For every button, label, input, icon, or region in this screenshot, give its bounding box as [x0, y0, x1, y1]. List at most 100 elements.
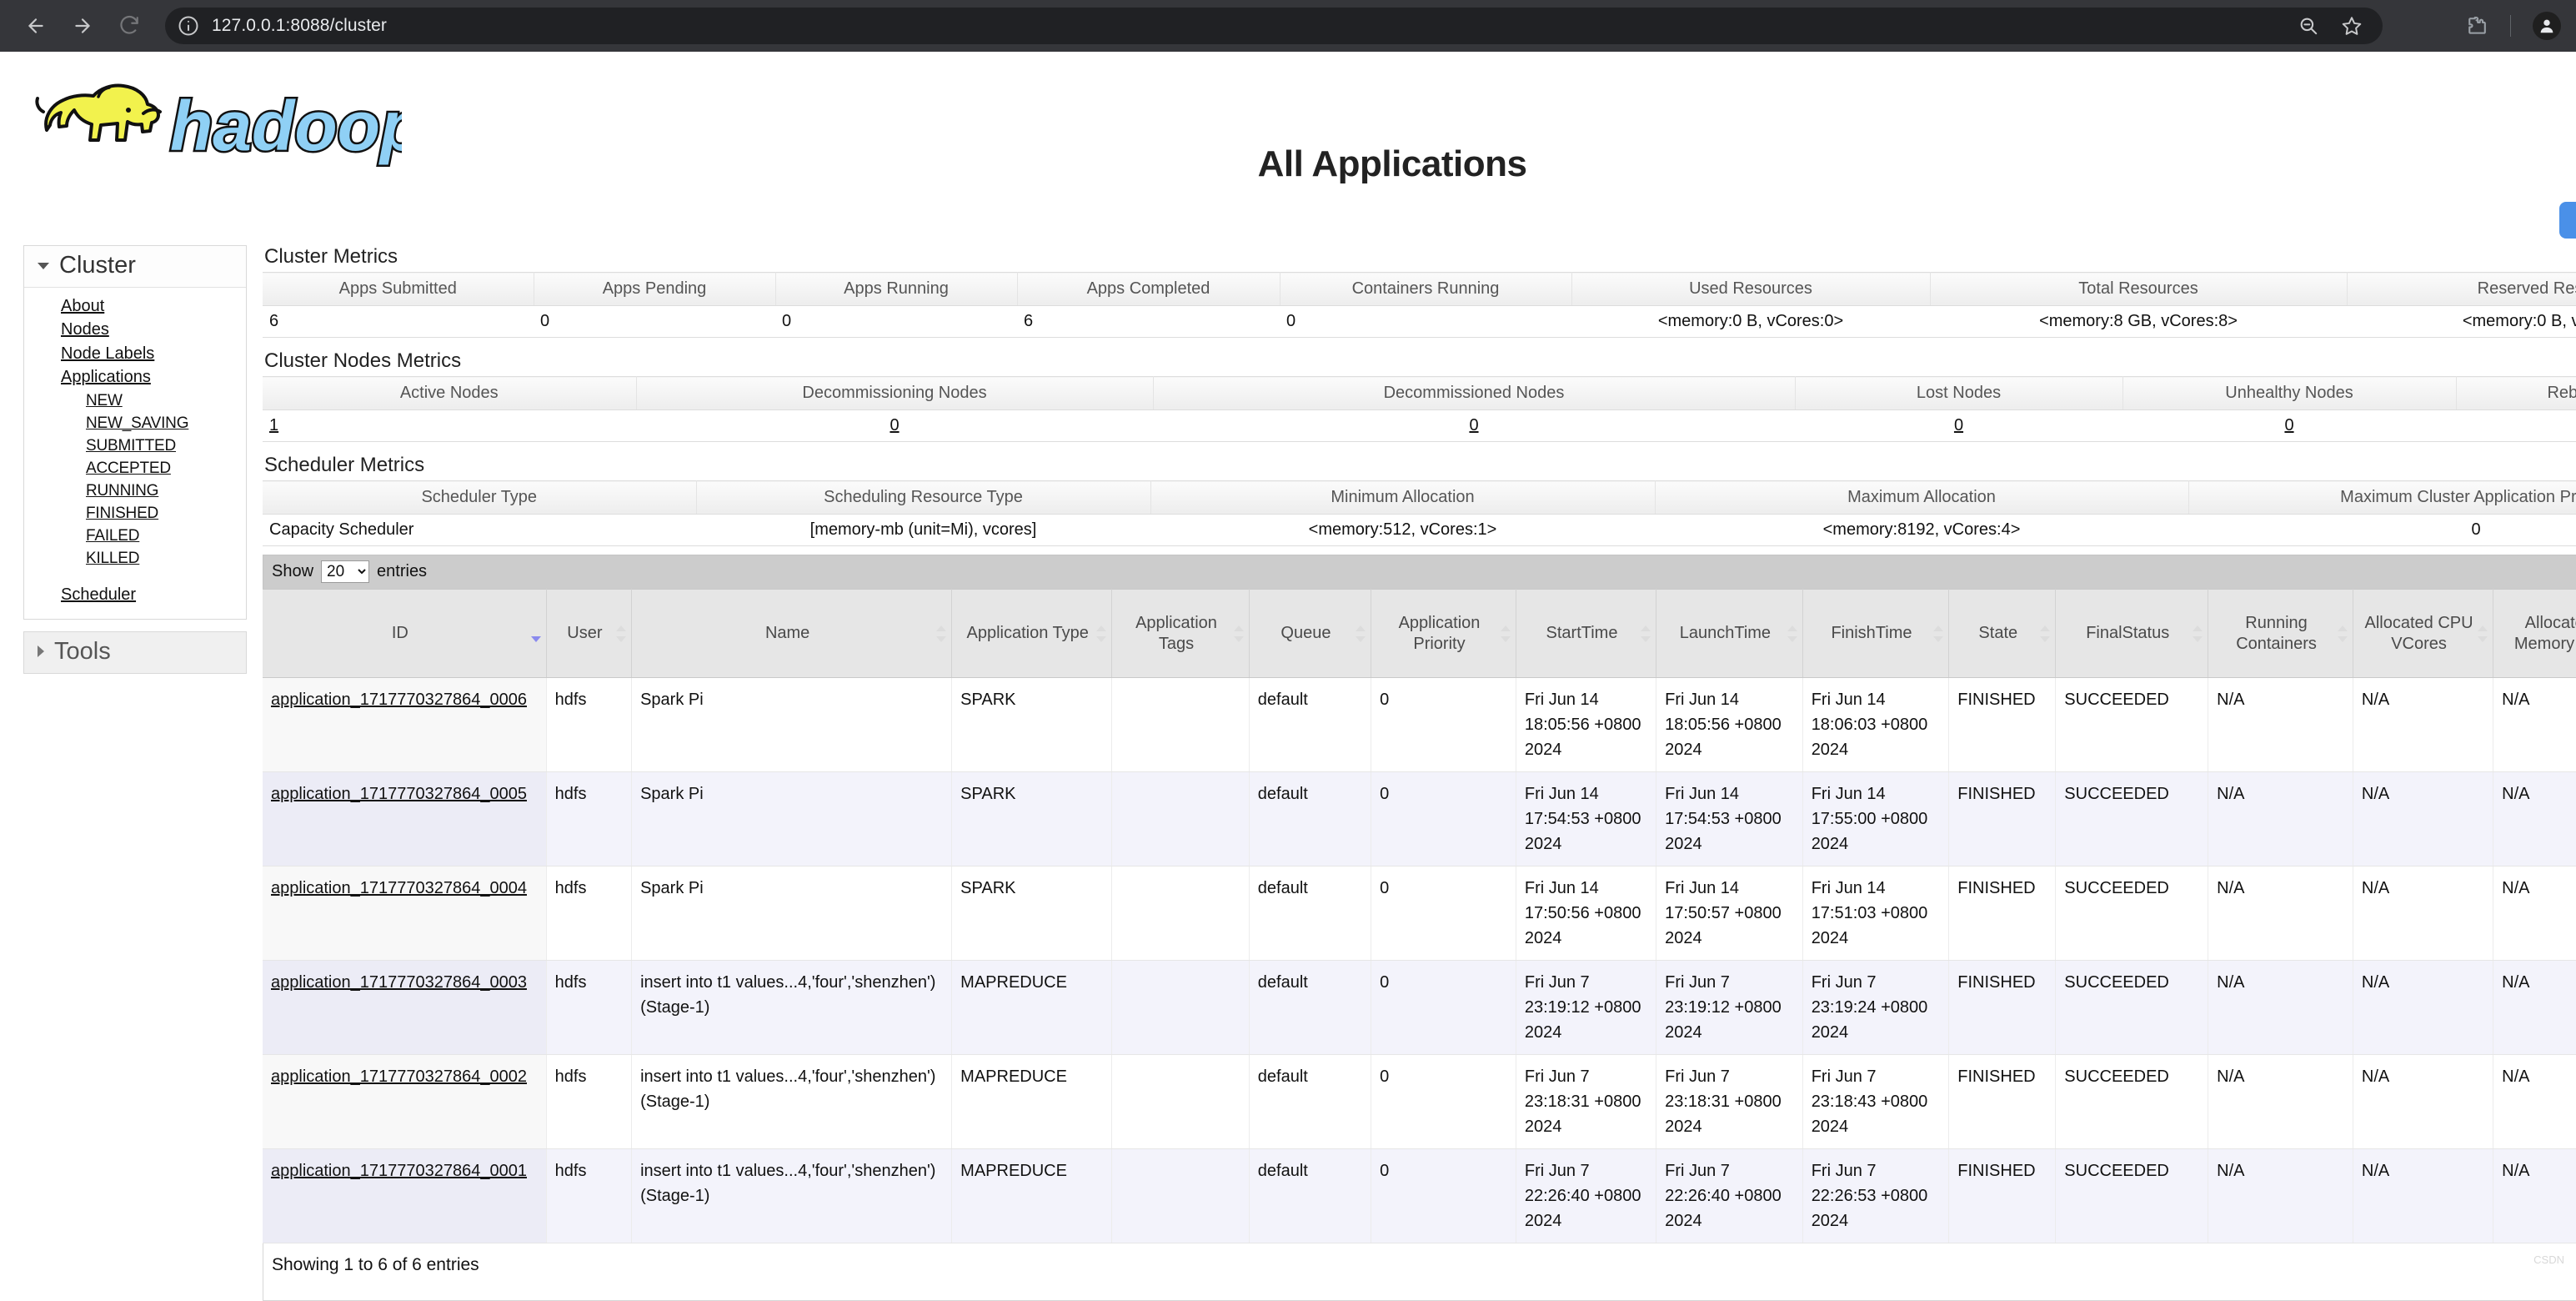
col-header-allocated-cpu-vcores[interactable]: Allocated CPU VCores — [2353, 590, 2493, 678]
reload-icon[interactable] — [112, 8, 147, 43]
sidebar-item-nodes[interactable]: Nodes — [24, 318, 246, 341]
cell-running-containers: N/A — [2208, 1055, 2353, 1149]
sidebar-item-running[interactable]: RUNNING — [24, 480, 246, 502]
val-scheduler-type: Capacity Scheduler — [263, 515, 696, 546]
col-header-application-tags[interactable]: Application Tags — [1112, 590, 1250, 678]
col-header-state-label: State — [1978, 624, 2017, 642]
col-header-launchtime[interactable]: LaunchTime — [1656, 590, 1803, 678]
cell-user: hdfs — [546, 1149, 631, 1243]
val-lost-nodes: 0 — [1795, 410, 2122, 442]
profile-avatar[interactable] — [2533, 12, 2561, 40]
col-apps-pending: Apps Pending — [534, 273, 775, 306]
cell-priority: 0 — [1371, 1149, 1516, 1243]
col-header-allocated-memory-mb-label: Allocated Memory MB — [2514, 614, 2576, 653]
decommissioned-nodes-link[interactable]: 0 — [1469, 416, 1478, 435]
cell-app-tags — [1112, 1055, 1250, 1149]
tools-panel-header[interactable]: Tools — [24, 632, 246, 673]
page-length-select[interactable]: 20 50 100 — [321, 560, 369, 583]
application-id-link[interactable]: application_1717770327864_0004 — [271, 879, 527, 897]
col-header-state[interactable]: State — [1949, 590, 2056, 678]
sidebar-item-node-labels[interactable]: Node Labels — [24, 342, 246, 365]
col-used-resources: Used Resources — [1571, 273, 1930, 306]
sidebar-item-submitted[interactable]: SUBMITTED — [24, 435, 246, 457]
cell-app-tags — [1112, 678, 1250, 772]
sort-indicator-icon — [1641, 625, 1651, 642]
cell-app-type: MAPREDUCE — [952, 1055, 1112, 1149]
site-info-icon[interactable] — [177, 14, 200, 38]
unhealthy-nodes-link[interactable]: 0 — [2284, 416, 2293, 435]
col-decommissioned-nodes: Decommissioned Nodes — [1153, 377, 1795, 410]
cell-user: hdfs — [546, 772, 631, 866]
cell-app-type: MAPREDUCE — [952, 961, 1112, 1055]
sidebar-item-new-saving[interactable]: NEW_SAVING — [24, 412, 246, 435]
col-scheduling-resource-type: Scheduling Resource Type — [696, 481, 1150, 515]
browser-toolbar: 127.0.0.1:8088/cluster — [0, 0, 2576, 52]
cell-final-status: SUCCEEDED — [2056, 1055, 2208, 1149]
cell-id: application_1717770327864_0005 — [263, 772, 546, 866]
col-apps-submitted: Apps Submitted — [263, 273, 534, 306]
forward-icon[interactable] — [65, 8, 100, 43]
cell-alloc-vcores: N/A — [2353, 961, 2493, 1055]
cluster-panel-body: About Nodes Node Labels Applications NEW… — [24, 288, 246, 619]
col-header-launchtime-label: LaunchTime — [1680, 624, 1771, 642]
sort-indicator-icon — [2040, 625, 2050, 642]
col-header-running-containers[interactable]: Running Containers — [2208, 590, 2353, 678]
sidebar-item-applications[interactable]: Applications — [24, 365, 246, 389]
back-icon[interactable] — [18, 8, 53, 43]
cell-user: hdfs — [546, 961, 631, 1055]
col-header-finishtime[interactable]: FinishTime — [1802, 590, 1949, 678]
cell-running-containers: N/A — [2208, 866, 2353, 961]
val-apps-completed: 6 — [1017, 306, 1280, 338]
sidebar-item-new[interactable]: NEW — [24, 389, 246, 412]
address-bar[interactable]: 127.0.0.1:8088/cluster — [165, 8, 2383, 44]
col-header-starttime[interactable]: StartTime — [1516, 590, 1656, 678]
sidebar-item-finished[interactable]: FINISHED — [24, 502, 246, 525]
application-id-link[interactable]: application_1717770327864_0003 — [271, 973, 527, 992]
col-header-finalstatus[interactable]: FinalStatus — [2056, 590, 2208, 678]
col-header-user[interactable]: User — [546, 590, 631, 678]
sidebar-item-scheduler[interactable]: Scheduler — [24, 583, 246, 606]
sidebar-item-failed[interactable]: FAILED — [24, 525, 246, 547]
application-id-link[interactable]: application_1717770327864_0002 — [271, 1067, 527, 1086]
cell-running-containers: N/A — [2208, 1149, 2353, 1243]
decommissioning-nodes-link[interactable]: 0 — [890, 416, 899, 435]
col-header-name[interactable]: Name — [632, 590, 952, 678]
bookmark-star-icon[interactable] — [2341, 15, 2363, 37]
cell-state: FINISHED — [1949, 678, 2056, 772]
col-unhealthy-nodes: Unhealthy Nodes — [2122, 377, 2456, 410]
sort-indicator-icon — [1356, 625, 1366, 642]
sidebar-item-killed[interactable]: KILLED — [24, 547, 246, 570]
col-header-application-priority[interactable]: Application Priority — [1371, 590, 1516, 678]
col-header-queue[interactable]: Queue — [1249, 590, 1371, 678]
val-minimum-allocation: <memory:512, vCores:1> — [1150, 515, 1655, 546]
sidebar-item-accepted[interactable]: ACCEPTED — [24, 457, 246, 480]
cell-alloc-memory: N/A — [2493, 678, 2576, 772]
val-apps-pending: 0 — [534, 306, 775, 338]
sidebar-item-about[interactable]: About — [24, 294, 246, 318]
table-row: application_1717770327864_0002hdfsinsert… — [263, 1055, 2576, 1149]
table-row: 6 0 0 6 0 <memory:0 B, vCores:0> <memory… — [263, 306, 2576, 338]
cell-alloc-memory: N/A — [2493, 772, 2576, 866]
active-nodes-link[interactable]: 1 — [269, 416, 278, 435]
cell-queue: default — [1249, 678, 1371, 772]
application-id-link[interactable]: application_1717770327864_0006 — [271, 691, 527, 709]
val-scheduling-resource-type: [memory-mb (unit=Mi), vcores] — [696, 515, 1150, 546]
table-header-row: Active Nodes Decommissioning Nodes Decom… — [263, 377, 2576, 410]
sort-indicator-icon — [2478, 625, 2488, 642]
cluster-panel-header[interactable]: Cluster — [24, 246, 246, 288]
col-header-application-type[interactable]: Application Type — [952, 590, 1112, 678]
cell-queue: default — [1249, 772, 1371, 866]
application-id-link[interactable]: application_1717770327864_0001 — [271, 1162, 527, 1180]
col-header-id[interactable]: ID — [263, 590, 546, 678]
col-header-allocated-memory-mb[interactable]: Allocated Memory MB — [2493, 590, 2576, 678]
lost-nodes-link[interactable]: 0 — [1954, 416, 1963, 435]
cell-queue: default — [1249, 866, 1371, 961]
zoom-out-icon[interactable] — [2298, 15, 2319, 37]
application-id-link[interactable]: application_1717770327864_0005 — [271, 785, 527, 803]
entries-label: entries — [377, 562, 427, 581]
table-header-row: Apps Submitted Apps Pending Apps Running… — [263, 273, 2576, 306]
extensions-icon[interactable] — [2465, 14, 2488, 38]
col-reserved-resources: Reserved Resources — [2347, 273, 2576, 306]
cluster-metrics-table: Apps Submitted Apps Pending Apps Running… — [263, 272, 2576, 338]
scroll-to-top-button[interactable] — [2559, 202, 2576, 239]
